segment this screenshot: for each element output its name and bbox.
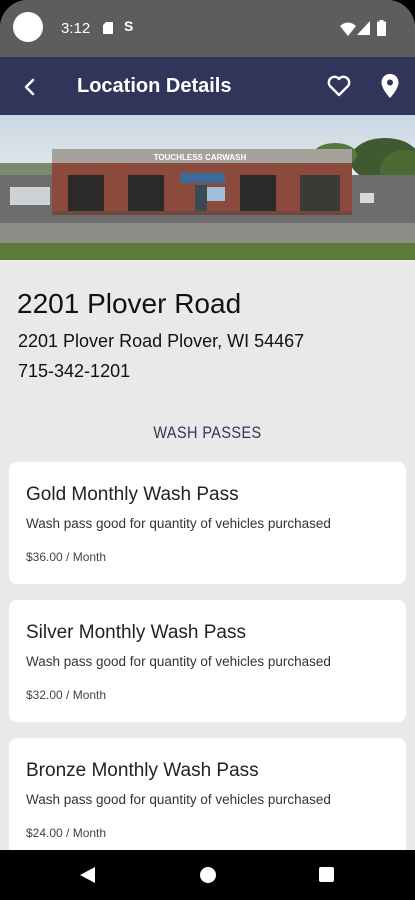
chevron-left-icon[interactable] (16, 73, 44, 101)
sd-card-icon (103, 22, 113, 34)
pass-description: Wash pass good for quantity of vehicles … (26, 654, 331, 669)
pass-name: Silver Monthly Wash Pass (26, 622, 246, 643)
location-title: 2201 Plover Road (17, 288, 242, 319)
pass-description: Wash pass good for quantity of vehicles … (26, 516, 331, 531)
heart-icon[interactable] (326, 73, 352, 99)
recents-square-icon[interactable] (319, 867, 334, 882)
pass-card-silver[interactable]: Silver Monthly Wash Pass Wash pass good … (9, 600, 406, 722)
status-bar: 3:12 S (0, 0, 415, 57)
pass-name: Bronze Monthly Wash Pass (26, 760, 259, 781)
status-time: 3:12 (61, 20, 91, 37)
system-nav-bar (0, 850, 415, 900)
location-phone[interactable]: 715-342-1201 (18, 361, 130, 382)
pass-price: $36.00 / Month (26, 550, 107, 564)
pass-card-bronze[interactable]: Bronze Monthly Wash Pass Wash pass good … (9, 738, 406, 860)
location-photo: TOUCHLESS CARWASH (0, 115, 415, 260)
pass-price: $24.00 / Month (26, 826, 107, 840)
section-heading-wash-passes: WASH PASSES (153, 423, 262, 442)
hero-sign-text: TOUCHLESS CARWASH (154, 153, 247, 162)
wifi-icon (340, 22, 356, 36)
app-screen: 3:12 S Location Details TOUCHLESS CARWAS… (0, 0, 415, 900)
status-avatar-icon (13, 12, 43, 42)
app-bar: Location Details (0, 57, 415, 115)
pass-name: Gold Monthly Wash Pass (26, 484, 239, 505)
location-address: 2201 Plover Road Plover, WI 54467 (18, 331, 305, 351)
cell-signal-icon (357, 21, 370, 35)
back-triangle-icon[interactable] (79, 866, 96, 884)
battery-icon (377, 20, 386, 36)
page-title: Location Details (77, 75, 232, 97)
pass-card-gold[interactable]: Gold Monthly Wash Pass Wash pass good fo… (9, 462, 406, 584)
pass-description: Wash pass good for quantity of vehicles … (26, 792, 331, 807)
s-notification-icon: S (124, 18, 134, 34)
home-circle-icon[interactable] (200, 867, 216, 883)
pass-price: $32.00 / Month (26, 688, 107, 702)
map-pin-icon[interactable] (380, 73, 400, 99)
